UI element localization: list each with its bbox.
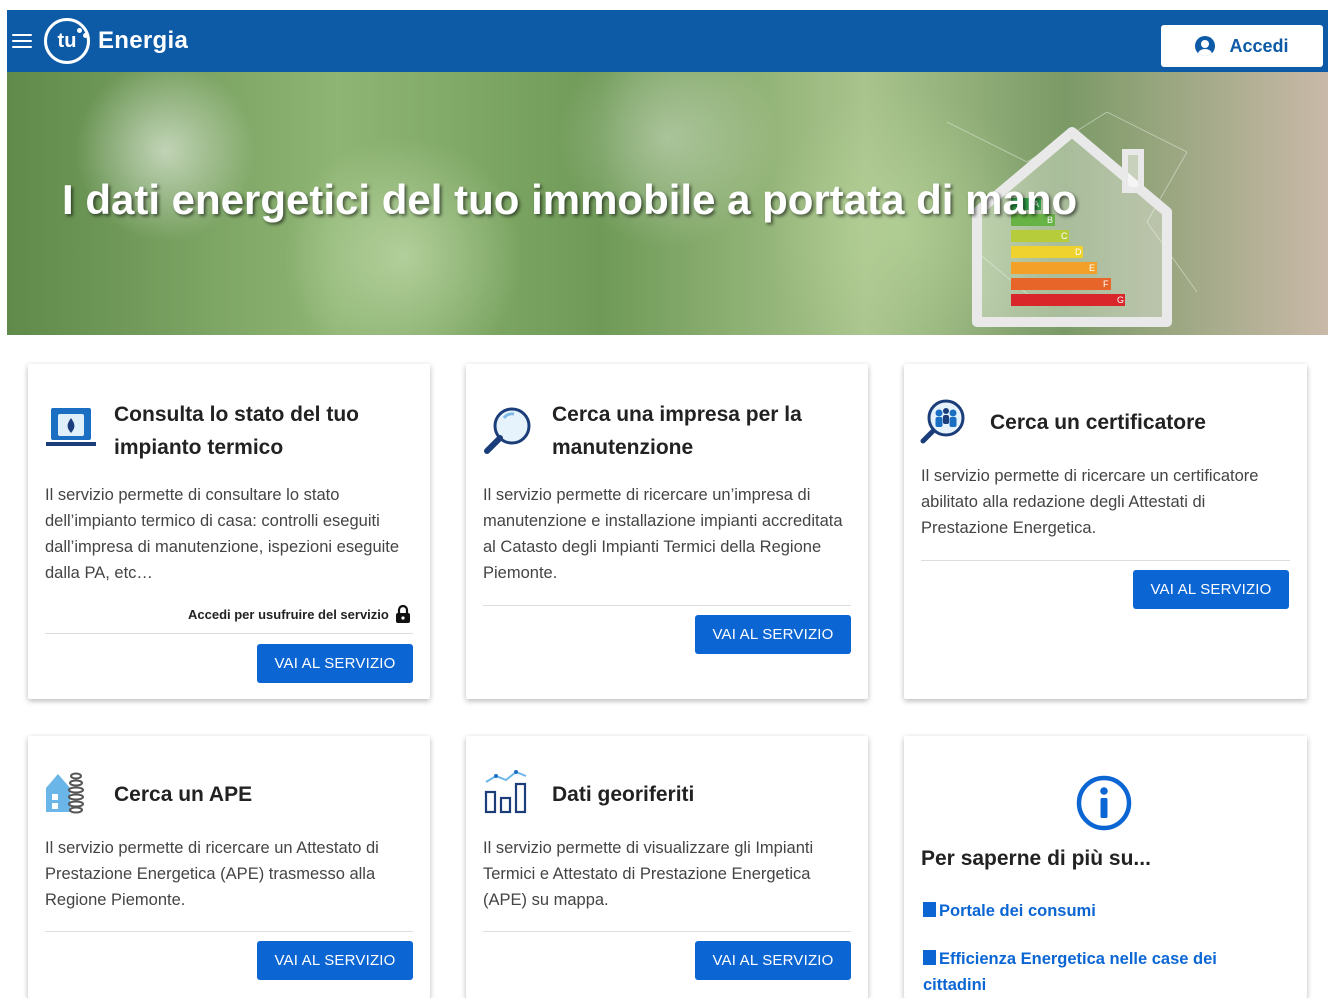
- divider: [483, 605, 851, 606]
- hero-title: I dati energetici del tuo immobile a por…: [62, 176, 1078, 223]
- card-description: Il servizio permette di ricercare un Att…: [45, 839, 379, 909]
- energy-class-label: C: [1061, 231, 1068, 241]
- divider: [921, 560, 1290, 561]
- link-portale-consumi[interactable]: Portale dei consumi: [923, 898, 1283, 924]
- go-to-service-button[interactable]: VAI AL SERVIZIO: [257, 644, 413, 683]
- link-text: Portale dei consumi: [939, 902, 1096, 920]
- energy-class-label: F: [1103, 279, 1109, 289]
- card-impianto-termico: Consulta lo stato del tuo impianto termi…: [28, 364, 430, 699]
- info-icon: [1076, 775, 1132, 831]
- divider: [45, 931, 413, 932]
- login-label: Accedi: [1229, 35, 1289, 56]
- document-icon: [923, 902, 936, 917]
- card-description: Il servizio permette di consultare lo st…: [45, 486, 400, 582]
- card-description: Il servizio permette di visualizzare gli…: [483, 839, 814, 909]
- user-icon: [1195, 36, 1216, 56]
- card-description: Il servizio permette di ricercare un’imp…: [483, 486, 843, 582]
- card-per-saperne-di-piu: Per saperne di più su... Portale dei con…: [904, 736, 1307, 998]
- document-icon: [923, 950, 936, 965]
- go-to-service-button[interactable]: VAI AL SERVIZIO: [695, 615, 851, 654]
- app-name[interactable]: Energia: [98, 27, 188, 55]
- app-logo[interactable]: tu: [44, 18, 90, 64]
- card-cerca-ape: Cerca un APE Il servizio permette di ric…: [28, 736, 430, 998]
- card-title: Cerca una impresa per la manutenzione: [552, 403, 802, 459]
- login-required-note: Accedi per usufruire del servizio: [188, 605, 411, 623]
- card-description: Il servizio permette di ricercare un cer…: [921, 467, 1259, 537]
- menu-icon[interactable]: [12, 30, 34, 52]
- energy-class-label: G: [1117, 295, 1124, 305]
- lock-icon: [395, 605, 410, 623]
- link-efficienza-energetica[interactable]: Efficienza Energetica nelle case dei cit…: [923, 946, 1263, 998]
- card-title: Consulta lo stato del tuo impianto termi…: [114, 403, 359, 459]
- info-title: Per saperne di più su...: [921, 847, 1151, 870]
- divider: [483, 931, 851, 932]
- energy-class-label: E: [1089, 263, 1095, 273]
- link-text: Efficienza Energetica nelle case dei cit…: [923, 950, 1217, 994]
- card-title: Cerca un certificatore: [990, 411, 1206, 434]
- divider: [45, 633, 413, 634]
- card-title: Dati georiferiti: [552, 783, 695, 806]
- go-to-service-button[interactable]: VAI AL SERVIZIO: [257, 941, 413, 980]
- logo-text: tu: [57, 29, 77, 52]
- bar-graph-icon: [484, 770, 527, 814]
- card-title: Cerca un APE: [114, 783, 253, 806]
- card-dati-georiferiti: Dati georiferiti Il servizio permette di…: [466, 736, 868, 998]
- hero-banner: ABCDEFG I dati energetici del tuo immobi…: [7, 72, 1328, 335]
- go-to-service-button[interactable]: VAI AL SERVIZIO: [1133, 570, 1289, 609]
- boiler-icon: [46, 408, 96, 446]
- card-cerca-impresa: Cerca una impresa per la manutenzione Il…: [466, 364, 868, 699]
- login-note-text: Accedi per usufruire del servizio: [188, 606, 389, 622]
- top-bar: tu Energia Accedi: [7, 10, 1328, 72]
- magnifier-icon: [484, 407, 531, 454]
- card-cerca-certificatore: Cerca un certificatore Il servizio perme…: [904, 364, 1307, 699]
- energy-class-label: D: [1075, 247, 1082, 257]
- building-coil-icon: [46, 772, 84, 814]
- people-search-icon: [920, 399, 965, 444]
- go-to-service-button[interactable]: VAI AL SERVIZIO: [695, 941, 851, 980]
- login-button[interactable]: Accedi: [1161, 25, 1323, 67]
